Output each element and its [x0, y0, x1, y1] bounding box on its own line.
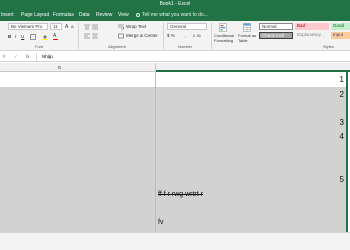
sheet-bottom-area	[0, 232, 350, 250]
alignment-group-label: Alignment	[108, 44, 126, 49]
conditional-formatting-icon[interactable]	[219, 23, 227, 32]
decrease-font-icon[interactable]: A	[71, 24, 74, 30]
window-title: Book1 - Excel	[159, 1, 191, 7]
tab-formulas[interactable]: Formulas	[53, 12, 74, 18]
number-group-label: Number	[178, 44, 193, 49]
merge-center-button[interactable]: Merge & Center	[126, 33, 158, 39]
group-separator	[78, 23, 79, 49]
fill-color-icon[interactable]	[42, 34, 48, 40]
format-as-table-icon[interactable]	[243, 23, 251, 32]
column-header-b[interactable]: B	[58, 65, 61, 71]
cell-number[interactable]: 3	[340, 118, 344, 127]
cell-number[interactable]: 2	[340, 90, 344, 99]
cell-number[interactable]: 5	[340, 175, 344, 184]
accounting-format-button[interactable]: $ %	[167, 33, 175, 39]
merge-center-icon	[118, 33, 124, 39]
group-separator	[211, 23, 212, 49]
title-bar: Book1 - Excel	[0, 0, 350, 10]
wrap-text-button[interactable]: Wrap Text	[126, 24, 146, 30]
style-input[interactable]: Input	[331, 32, 350, 39]
lightbulb-icon	[136, 12, 140, 17]
tab-page-layout[interactable]: Page Layout	[21, 12, 49, 18]
decimal-buttons[interactable]: .0 .00	[192, 33, 201, 39]
tab-view[interactable]: View	[118, 12, 129, 18]
cell-text[interactable]: fv	[158, 218, 163, 227]
ribbon-tabs: Insert Page Layout Formulas Data Review …	[0, 10, 350, 21]
bold-button[interactable]: B	[8, 34, 11, 40]
align-middle-icon[interactable]	[92, 24, 98, 30]
number-format-select[interactable]: General	[167, 23, 207, 30]
column-divider	[155, 72, 156, 232]
formula-bar: ✕ ✓ fx Nhập	[0, 52, 350, 62]
comma-style-button[interactable]: ,	[185, 33, 186, 39]
font-size-box[interactable]: 11	[50, 23, 62, 30]
confirm-entry-icon[interactable]: ✓	[14, 54, 18, 60]
underline-button[interactable]: U	[21, 34, 24, 40]
borders-icon[interactable]	[30, 34, 36, 40]
style-good[interactable]: Good	[331, 23, 350, 30]
conditional-formatting-label: Conditional Formatting	[214, 33, 235, 43]
font-group-label: Font	[35, 44, 44, 49]
formula-input[interactable]: Nhập	[42, 54, 53, 60]
format-as-table-label: Format as Table	[238, 33, 257, 43]
cell-number[interactable]: 1	[340, 75, 344, 84]
tab-insert[interactable]: Insert	[1, 12, 14, 18]
insert-function-button[interactable]: fx	[26, 54, 30, 60]
style-explanatory[interactable]: Explanatory...	[295, 32, 329, 39]
selected-range[interactable]	[0, 87, 347, 232]
tab-data[interactable]: Data	[79, 12, 90, 18]
style-normal[interactable]: Normal	[259, 23, 293, 30]
selection-border	[346, 72, 348, 232]
tell-me-label: Tell me what you want to do...	[142, 12, 208, 18]
cancel-entry-icon[interactable]: ✕	[2, 54, 6, 60]
tab-review[interactable]: Review	[96, 12, 112, 18]
wrap-text-icon	[118, 24, 124, 30]
increase-font-icon[interactable]: A	[65, 24, 68, 30]
cell-strikethrough-text[interactable]: ff f r rwg wrtrt r	[158, 190, 203, 199]
cell-number[interactable]: 4	[340, 132, 344, 141]
ribbon: Be Vietnam Pro 11 A A B I U A Font Wrap …	[0, 21, 350, 51]
italic-button[interactable]: I	[15, 34, 16, 40]
font-name-box[interactable]: Be Vietnam Pro	[8, 23, 48, 30]
styles-group-label: Styles	[323, 44, 334, 49]
align-center-icon[interactable]	[92, 33, 98, 39]
style-check-cell[interactable]: Check Cell	[259, 32, 293, 39]
align-left-icon[interactable]	[84, 33, 90, 39]
align-top-icon[interactable]	[84, 24, 90, 30]
font-color-swatch	[53, 39, 58, 40]
group-separator	[163, 23, 164, 49]
formula-divider	[36, 53, 37, 61]
style-bad[interactable]: Bad	[295, 23, 329, 30]
worksheet-grid[interactable]: 1 2 3 4 5 ff f r rwg wrtrt r fv	[0, 72, 350, 232]
tell-me-search[interactable]: Tell me what you want to do...	[136, 12, 208, 18]
column-header-row: B	[0, 63, 350, 72]
